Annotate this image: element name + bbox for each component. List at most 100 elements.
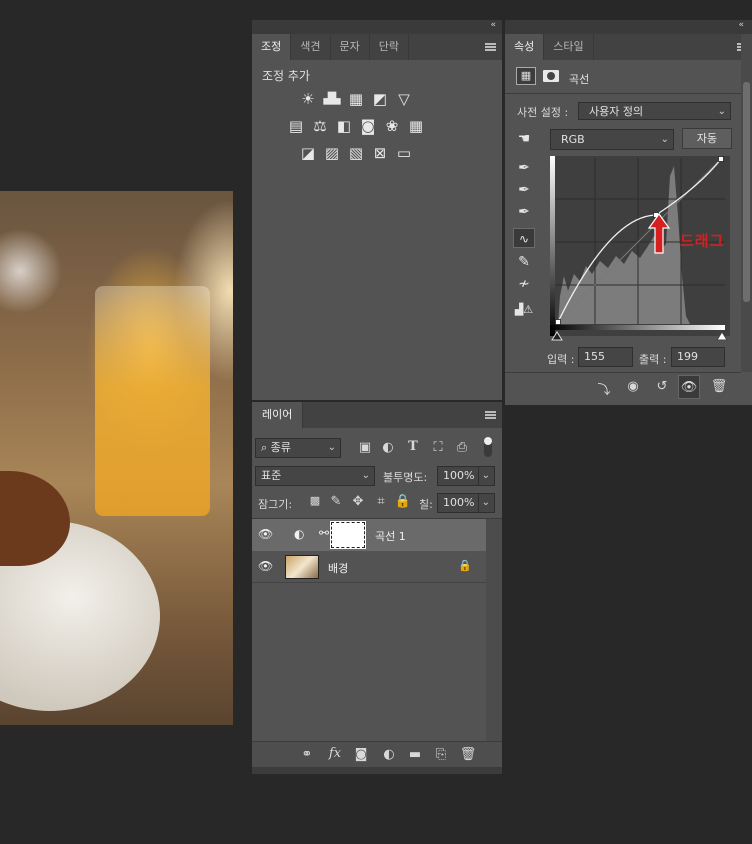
preset-dropdown[interactable]: 사용자 정의 ⌄	[578, 102, 731, 120]
posterize-icon[interactable]: ▨	[323, 145, 341, 161]
filter-type-icon[interactable]: T	[402, 439, 424, 454]
curve-points-icon[interactable]: ∿	[513, 228, 535, 248]
filter-smart-object-icon[interactable]: ⎙	[451, 440, 473, 455]
blend-mode-value: 표준	[261, 469, 282, 482]
filter-kind-value: 종류	[270, 441, 291, 454]
photo-filter-icon[interactable]: ◙	[359, 118, 377, 134]
exposure-icon[interactable]: ◩	[371, 91, 389, 107]
add-mask-icon[interactable]: ◙	[350, 747, 372, 762]
reset-icon[interactable]: ↺	[651, 379, 673, 394]
selective-color-icon[interactable]: ⊠	[371, 145, 389, 161]
smooth-icon[interactable]: ≁	[513, 274, 535, 294]
pencil-icon[interactable]: ✎	[513, 252, 535, 272]
tab-swatches[interactable]: 색견	[291, 34, 331, 60]
preset-value: 사용자 정의	[589, 105, 644, 118]
eyedropper-gray-icon[interactable]: ✒	[513, 180, 535, 200]
filter-pixel-icon[interactable]: ▣	[354, 440, 376, 455]
opacity-value: 100%	[443, 469, 475, 482]
channel-dropdown[interactable]: RGB ⌄	[550, 129, 674, 150]
black-white-icon[interactable]: ◧	[335, 118, 353, 134]
chevron-down-icon: ⌄	[327, 442, 336, 453]
color-balance-icon[interactable]: ⚖	[311, 118, 329, 134]
tab-styles[interactable]: 스타일	[544, 34, 594, 60]
blend-mode-dropdown[interactable]: 표준 ⌄	[255, 466, 375, 486]
hue-saturation-icon[interactable]: ▤	[287, 118, 305, 134]
input-label: 입력 :	[547, 353, 575, 366]
vibrance-icon[interactable]: ▽	[395, 91, 413, 107]
new-group-icon[interactable]: ▬	[404, 747, 426, 762]
eyedropper-black-icon[interactable]: ✒	[513, 158, 535, 178]
lock-transparent-icon[interactable]: ▩	[304, 494, 326, 507]
lock-position-icon[interactable]: ✥	[347, 494, 369, 509]
layer-row[interactable]: 👁 ◐ ⚯ 곡선 1	[252, 519, 486, 551]
channel-mixer-icon[interactable]: ❀	[383, 118, 401, 134]
clip-to-layer-icon[interactable]: ⤵	[593, 379, 615, 398]
layers-scrollbar[interactable]	[486, 519, 502, 741]
layers-panel: 레이어 ⌕ 종류 ⌄ ▣ ◐ T ⛶ ⎙ 표준 ⌄ 불투명도: 100% ⌄ 잠…	[252, 402, 502, 774]
layer-row[interactable]: 👁 배경 🔒	[252, 551, 486, 583]
eyedropper-white-icon[interactable]: ✒	[513, 202, 535, 222]
tab-layers[interactable]: 레이어	[252, 402, 304, 428]
tab-character[interactable]: 문자	[331, 34, 370, 60]
collapse-arrows-icon[interactable]: «	[490, 20, 496, 30]
output-label: 출력 :	[639, 353, 667, 366]
new-layer-icon[interactable]: ⎘	[430, 747, 452, 762]
invert-icon[interactable]: ◪	[299, 145, 317, 161]
resize-grip[interactable]	[252, 767, 502, 774]
adjustments-tabbar: 조정 색견 문자 단락	[252, 34, 502, 60]
threshold-icon[interactable]: ▧	[347, 145, 365, 161]
mask-type-icon[interactable]	[543, 70, 559, 82]
visibility-eye-icon[interactable]: 👁	[258, 527, 273, 541]
brightness-icon[interactable]: ☀	[299, 91, 317, 107]
link-layers-icon[interactable]: ⚭	[296, 747, 318, 762]
tab-adjustments[interactable]: 조정	[252, 34, 292, 60]
input-field[interactable]: 155	[578, 347, 633, 367]
drag-annotation: 드래그	[680, 232, 725, 250]
glass-shape	[95, 286, 210, 516]
chevron-down-icon: ⌄	[477, 494, 490, 512]
properties-scrollbar[interactable]	[741, 34, 752, 372]
lock-image-icon[interactable]: ✎	[325, 494, 347, 509]
visibility-eye-icon[interactable]: 👁	[258, 559, 273, 573]
properties-collapse-bar[interactable]: «	[505, 20, 752, 34]
target-adjust-icon[interactable]: ☚	[513, 129, 535, 149]
trash-icon[interactable]: 🗑	[457, 747, 479, 762]
filter-toggle-icon[interactable]	[484, 437, 492, 457]
tab-properties[interactable]: 속성	[505, 34, 545, 60]
fill-value: 100%	[443, 496, 475, 509]
channel-value: RGB	[561, 133, 585, 146]
auto-button[interactable]: 자동	[682, 128, 732, 149]
layer-filter-dropdown[interactable]: ⌕ 종류 ⌄	[255, 438, 341, 458]
color-lookup-icon[interactable]: ▦	[407, 118, 425, 134]
layer-mask-thumbnail[interactable]	[330, 521, 366, 549]
filter-shape-icon[interactable]: ⛶	[427, 440, 449, 455]
properties-tabbar: 속성 스타일	[505, 34, 741, 60]
gradient-map-icon[interactable]: ▭	[395, 145, 413, 161]
lock-artboard-icon[interactable]: ⌗	[370, 494, 392, 509]
visibility-eye-icon[interactable]: 👁	[678, 375, 700, 399]
panel-collapse-bar[interactable]: «	[252, 20, 502, 34]
layers-bottom-bar: ⚭ fx ◙ ◐ ▬ ⎘ 🗑	[252, 741, 502, 767]
collapse-arrows-icon[interactable]: «	[738, 20, 744, 30]
lock-icon: 🔒	[458, 559, 472, 572]
clipping-warning-icon[interactable]: ▟⚠	[513, 300, 535, 320]
filter-adjustment-icon[interactable]: ◐	[377, 440, 399, 455]
tab-paragraph[interactable]: 단락	[370, 34, 409, 60]
fx-icon[interactable]: fx	[324, 746, 346, 761]
opacity-field[interactable]: 100% ⌄	[437, 466, 495, 486]
curves-icon[interactable]: ▦	[347, 91, 365, 107]
canvas-image[interactable]	[0, 191, 233, 725]
view-previous-icon[interactable]: ◉	[622, 379, 644, 394]
output-field[interactable]: 199	[671, 347, 725, 367]
drag-arrow-icon	[647, 213, 671, 254]
levels-icon[interactable]: ▟▙	[323, 91, 341, 107]
trash-icon[interactable]: 🗑	[708, 379, 730, 394]
adjustments-panel: « 조정 색견 문자 단락 조정 추가 ☀ ▟▙ ▦ ◩ ▽ ▤ ⚖ ◧ ◙ ❀…	[252, 20, 502, 400]
layer-thumbnail[interactable]	[285, 555, 319, 579]
new-adjustment-icon[interactable]: ◐	[378, 747, 400, 762]
link-icon[interactable]: ⚯	[319, 526, 329, 540]
layers-menu-icon[interactable]	[485, 411, 496, 419]
panel-menu-icon[interactable]	[485, 43, 496, 51]
fill-field[interactable]: 100% ⌄	[437, 493, 495, 513]
lock-all-icon[interactable]: 🔒	[392, 494, 414, 509]
